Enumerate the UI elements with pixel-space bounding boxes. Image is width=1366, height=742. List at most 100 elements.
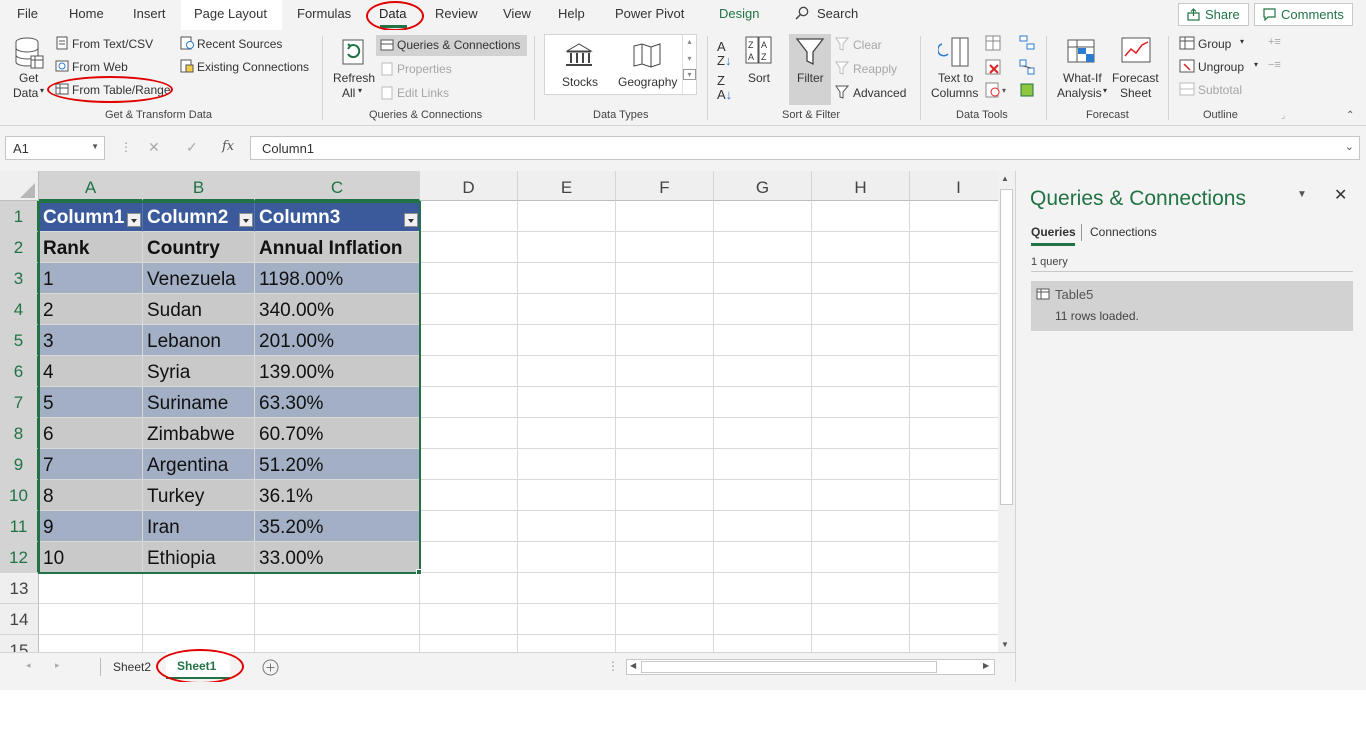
row-header-6[interactable]: 6 (0, 356, 39, 387)
table-cell[interactable]: 340.00% (255, 294, 420, 325)
grid-cell[interactable] (420, 573, 518, 604)
column-header-d[interactable]: D (420, 171, 518, 201)
table-cell[interactable]: Sudan (143, 294, 255, 325)
grid-cell[interactable] (518, 635, 616, 652)
grid-cell[interactable] (39, 573, 143, 604)
table-cell[interactable]: 10 (39, 542, 143, 573)
table-cell[interactable]: 9 (39, 511, 143, 542)
table-cell[interactable]: Turkey (143, 480, 255, 511)
table-cell[interactable]: 60.70% (255, 418, 420, 449)
table-cell[interactable]: 7 (39, 449, 143, 480)
grid-cell[interactable] (616, 573, 714, 604)
column-header-e[interactable]: E (518, 171, 616, 201)
row-header-12[interactable]: 12 (0, 542, 39, 573)
grid-cell[interactable] (714, 201, 812, 232)
existing-connections-button[interactable]: Existing Connections (197, 60, 309, 74)
table-cell[interactable]: 35.20% (255, 511, 420, 542)
column-header-a[interactable]: A (39, 171, 143, 201)
grid-cell[interactable] (812, 294, 910, 325)
tab-connections[interactable]: Connections (1090, 225, 1157, 239)
cancel-icon[interactable]: ✕ (148, 139, 160, 156)
column-header-f[interactable]: F (616, 171, 714, 201)
edit-links-button[interactable]: Edit Links (397, 86, 449, 100)
grid-cell[interactable] (420, 604, 518, 635)
grid-cell[interactable] (420, 542, 518, 573)
table-cell[interactable]: Zimbabwe (143, 418, 255, 449)
grid-cell[interactable] (714, 573, 812, 604)
grid-cell[interactable] (910, 511, 998, 542)
tab-review[interactable]: Review (435, 6, 478, 21)
table-header-cell[interactable]: Column3 (255, 201, 420, 232)
grid-cell[interactable] (812, 325, 910, 356)
refresh-all-label-1[interactable]: Refresh (333, 71, 375, 85)
comments-button[interactable]: Comments (1254, 3, 1353, 26)
grid-cell[interactable] (616, 387, 714, 418)
table-cell[interactable]: 33.00% (255, 542, 420, 573)
grid-cell[interactable] (812, 356, 910, 387)
grid-cell[interactable] (420, 387, 518, 418)
remove-duplicates-icon[interactable] (985, 59, 1001, 75)
tab-file[interactable]: File (17, 6, 38, 21)
grid-cell[interactable] (910, 263, 998, 294)
grid-cell[interactable] (714, 635, 812, 652)
grid-cell[interactable] (420, 325, 518, 356)
flash-fill-icon[interactable] (985, 35, 1001, 51)
get-data-label-1[interactable]: Get (19, 71, 38, 85)
tab-view[interactable]: View (503, 6, 531, 21)
tab-power-pivot[interactable]: Power Pivot (615, 6, 684, 21)
grid-cell[interactable] (518, 263, 616, 294)
grid-cell[interactable] (420, 263, 518, 294)
grid-cell[interactable] (812, 387, 910, 418)
consolidate-icon[interactable] (1019, 35, 1035, 51)
table-cell[interactable]: 3 (39, 325, 143, 356)
column-header-g[interactable]: G (714, 171, 812, 201)
row-header-8[interactable]: 8 (0, 418, 39, 449)
grid-cell[interactable] (714, 418, 812, 449)
tab-insert[interactable]: Insert (133, 6, 166, 21)
show-detail-icon[interactable]: +≡ (1268, 36, 1281, 48)
add-sheet-icon[interactable] (262, 659, 279, 676)
grid-cell[interactable] (812, 418, 910, 449)
table-cell[interactable]: 1198.00% (255, 263, 420, 294)
enter-icon[interactable]: ✓ (186, 139, 198, 156)
grid-cell[interactable] (714, 325, 812, 356)
grid-cell[interactable] (518, 573, 616, 604)
grid-cell[interactable] (616, 294, 714, 325)
grid-cell[interactable] (910, 201, 998, 232)
table-cell[interactable]: 1 (39, 263, 143, 294)
grid-cell[interactable] (910, 573, 998, 604)
grid-cell[interactable] (714, 449, 812, 480)
table-cell[interactable]: Ethiopia (143, 542, 255, 573)
grid-cell[interactable] (714, 263, 812, 294)
clear-button[interactable]: Clear (853, 38, 882, 52)
grid-cell[interactable] (518, 232, 616, 263)
row-header-7[interactable]: 7 (0, 387, 39, 418)
grid-cell[interactable] (255, 604, 420, 635)
table-cell[interactable]: 6 (39, 418, 143, 449)
grid-cell[interactable] (910, 232, 998, 263)
grid-cell[interactable] (714, 511, 812, 542)
relationships-icon[interactable] (1019, 59, 1035, 75)
table-cell[interactable]: 5 (39, 387, 143, 418)
grid-cell[interactable] (143, 604, 255, 635)
name-box[interactable]: A1 ▼ (5, 136, 105, 160)
reapply-button[interactable]: Reapply (853, 62, 897, 76)
what-if-label-1[interactable]: What-If (1063, 71, 1102, 85)
horizontal-scrollbar[interactable]: ◀ ▶ (626, 659, 995, 675)
what-if-label-2[interactable]: Analysis (1057, 86, 1102, 100)
row-header-11[interactable]: 11 (0, 511, 39, 542)
grid-cell[interactable] (616, 542, 714, 573)
table-cell[interactable]: 139.00% (255, 356, 420, 387)
table-cell[interactable]: 201.00% (255, 325, 420, 356)
scroll-down-icon[interactable]: ▼ (1001, 640, 1009, 649)
grid-cell[interactable] (812, 604, 910, 635)
table-cell[interactable]: Iran (143, 511, 255, 542)
grid-cell[interactable] (518, 449, 616, 480)
gallery-scroll[interactable]: ▴ ▾ ▾ (682, 35, 696, 94)
sheet-tab-sheet2[interactable]: Sheet2 (113, 660, 151, 674)
hscroll-thumb[interactable] (641, 661, 937, 673)
grid-cell[interactable] (518, 325, 616, 356)
table-cell[interactable]: Country (143, 232, 255, 263)
pane-options-icon[interactable]: ▼ (1297, 189, 1307, 200)
table-cell[interactable]: 4 (39, 356, 143, 387)
